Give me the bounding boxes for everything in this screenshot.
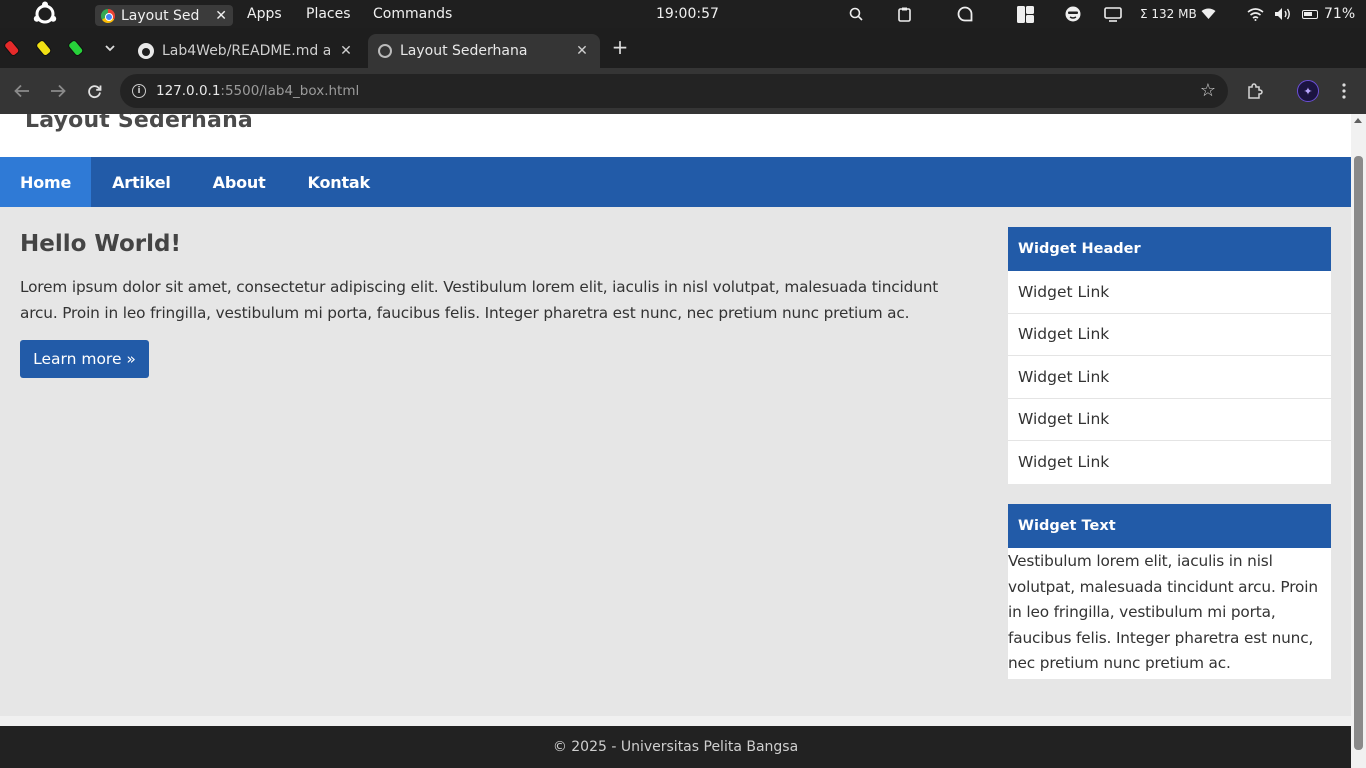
- chrome-icon: [101, 8, 115, 23]
- ubuntu-logo-icon[interactable]: [31, 0, 59, 28]
- menu-commands[interactable]: Commands: [373, 0, 452, 28]
- widget-link-list: Widget Link Widget Link Widget Link Widg…: [1008, 271, 1331, 484]
- widget-link[interactable]: Widget Link: [1008, 271, 1331, 314]
- globe-icon: [378, 44, 392, 58]
- nav-about[interactable]: About: [192, 157, 287, 207]
- profile-avatar[interactable]: ✦: [1297, 80, 1319, 102]
- extension-red-icon[interactable]: [3, 38, 25, 58]
- widget-text-header: Widget Text: [1008, 504, 1331, 548]
- content-paragraph: Lorem ipsum dolor sit amet, consectetur …: [20, 278, 939, 322]
- close-icon[interactable]: ✕: [338, 43, 354, 59]
- mood-face-icon[interactable]: [1063, 0, 1083, 28]
- back-arrow-icon[interactable]: [10, 79, 34, 103]
- taskbar-window-chrome[interactable]: Layout Sed ✕: [95, 5, 233, 26]
- widget-text-body: Vestibulum lorem elit, iaculis in nisl v…: [1008, 552, 1318, 672]
- widget-header: Widget Header: [1008, 227, 1331, 271]
- tab-search-chevron-icon[interactable]: [99, 37, 121, 59]
- taskbar-window-label: Layout Sed: [121, 7, 200, 24]
- reload-icon[interactable]: [82, 79, 106, 103]
- bookmark-star-icon[interactable]: ☆: [1200, 80, 1216, 101]
- menu-places[interactable]: Places: [306, 0, 351, 28]
- widget-link[interactable]: Widget Link: [1008, 356, 1331, 399]
- battery-icon: [1302, 9, 1318, 19]
- new-tab-plus-icon[interactable]: +: [608, 37, 632, 58]
- site-title: Layout Sederhana: [25, 114, 253, 133]
- site-nav: Home Artikel About Kontak: [0, 157, 1351, 207]
- scrollbar-thumb[interactable]: [1354, 156, 1363, 750]
- widget-link[interactable]: Widget Link: [1008, 441, 1331, 484]
- nav-kontak[interactable]: Kontak: [287, 157, 391, 207]
- widget-text-box: Widget Text Vestibulum lorem elit, iacul…: [1008, 504, 1331, 679]
- address-bar[interactable]: i 127.0.0.1:5500/lab4_box.html ☆: [120, 74, 1228, 108]
- forward-arrow-icon[interactable]: [46, 79, 70, 103]
- menu-apps[interactable]: Apps: [247, 0, 282, 28]
- clock[interactable]: 19:00:57: [656, 0, 719, 28]
- url-path: :5500/lab4_box.html: [220, 83, 360, 99]
- site-info-icon[interactable]: i: [132, 84, 146, 98]
- extensions-puzzle-icon[interactable]: [1242, 79, 1266, 103]
- tab-readme[interactable]: Lab4Web/README.md at ✕: [128, 34, 364, 68]
- site-header: Layout Sederhana: [0, 114, 1351, 157]
- memory-indicator[interactable]: Σ 132 MB: [1140, 0, 1216, 28]
- site-footer: © 2025 - Universitas Pelita Bangsa: [0, 726, 1351, 768]
- system-top-bar: Layout Sed ✕ Apps Places Commands 19:00:…: [0, 0, 1366, 28]
- tab-label: Lab4Web/README.md at: [162, 43, 330, 59]
- volume-icon[interactable]: [1272, 0, 1294, 28]
- battery-percent: 71%: [1324, 6, 1356, 22]
- widget-link[interactable]: Widget Link: [1008, 314, 1331, 356]
- browser-toolbar: i 127.0.0.1:5500/lab4_box.html ☆ ✦: [0, 68, 1366, 114]
- wifi-small-icon: [1201, 8, 1216, 19]
- content-heading: Hello World!: [20, 231, 181, 257]
- more-menu-icon[interactable]: [1332, 79, 1356, 103]
- close-icon[interactable]: ✕: [215, 8, 227, 24]
- tab-layout-sederhana[interactable]: Layout Sederhana ✕: [368, 34, 600, 68]
- tab-label: Layout Sederhana: [400, 43, 528, 59]
- search-icon[interactable]: [847, 0, 865, 28]
- learn-more-button[interactable]: Learn more »: [20, 340, 149, 378]
- extension-green-icon[interactable]: [67, 38, 89, 58]
- url-host: 127.0.0.1: [156, 83, 221, 99]
- layout-tiles-icon[interactable]: [1015, 0, 1035, 28]
- battery-indicator[interactable]: 71%: [1302, 0, 1355, 28]
- nav-home[interactable]: Home: [0, 157, 92, 207]
- github-icon: [138, 43, 154, 59]
- page-viewport: Layout Sederhana Home Artikel About Kont…: [0, 114, 1351, 768]
- widget-link[interactable]: Widget Link: [1008, 399, 1331, 441]
- footer-separator: [0, 716, 1351, 726]
- close-icon[interactable]: ✕: [574, 43, 590, 59]
- browser-tab-strip: Lab4Web/README.md at ✕ Layout Sederhana …: [0, 28, 1366, 68]
- extension-yellow-icon[interactable]: [35, 38, 57, 58]
- vertical-scrollbar[interactable]: [1351, 114, 1366, 768]
- wifi-icon[interactable]: [1245, 0, 1265, 28]
- notification-bubble-icon[interactable]: [955, 0, 975, 28]
- clipboard-icon[interactable]: [895, 0, 913, 28]
- display-icon[interactable]: [1103, 0, 1123, 28]
- footer-text: © 2025 - Universitas Pelita Bangsa: [552, 739, 799, 755]
- scroll-up-arrow-icon[interactable]: [1354, 118, 1362, 123]
- memory-text: Σ 132 MB: [1140, 7, 1197, 21]
- nav-artikel[interactable]: Artikel: [91, 157, 192, 207]
- widget-links: Widget Header Widget Link Widget Link Wi…: [1008, 227, 1331, 484]
